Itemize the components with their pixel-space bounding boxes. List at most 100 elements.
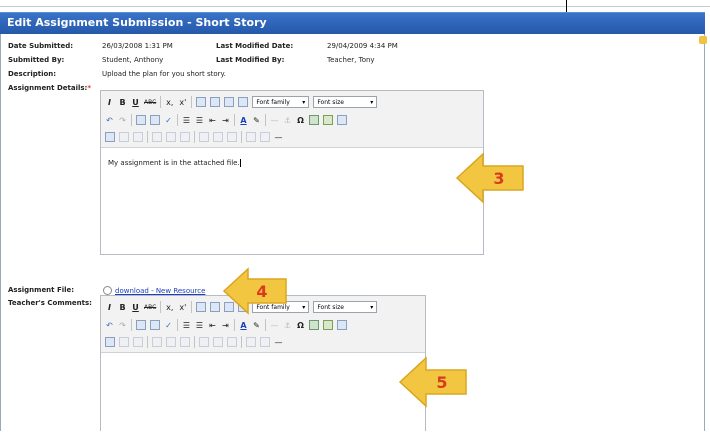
separator bbox=[147, 131, 148, 143]
assignment-file-link[interactable]: download - New Resource bbox=[103, 286, 205, 295]
merge-icon[interactable] bbox=[180, 337, 190, 347]
font-family-select[interactable]: Font family ▾ bbox=[252, 96, 310, 108]
spellcheck-icon[interactable]: ✓ bbox=[164, 116, 173, 125]
row-icon[interactable] bbox=[119, 337, 129, 347]
font-color-button[interactable]: A bbox=[239, 321, 248, 330]
insert-row-icon[interactable] bbox=[152, 337, 162, 347]
undo-icon[interactable]: ↶ bbox=[105, 116, 114, 125]
font-color-button[interactable]: A bbox=[239, 116, 248, 125]
assignment-details-label: Assignment Details:* bbox=[8, 84, 92, 92]
date-submitted-label: Date Submitted: bbox=[8, 42, 74, 50]
col-icon[interactable] bbox=[133, 337, 143, 347]
bullet-list-icon[interactable]: ☰ bbox=[182, 321, 191, 330]
hr-icon[interactable]: — bbox=[270, 116, 279, 125]
row-props-icon[interactable] bbox=[260, 132, 270, 142]
anchor-icon[interactable]: ⚓ bbox=[283, 321, 292, 330]
insert-col-icon[interactable] bbox=[199, 132, 209, 142]
insert-col-icon[interactable] bbox=[199, 337, 209, 347]
image-icon[interactable] bbox=[323, 320, 333, 330]
teachers-comments-editor: I B U ABC x, x' Font family ▾ Font size ▾ … bbox=[100, 295, 426, 431]
bold-button[interactable]: B bbox=[118, 303, 127, 312]
table-icon[interactable] bbox=[337, 320, 347, 330]
image-icon[interactable] bbox=[323, 115, 333, 125]
spellcheck-icon[interactable]: ✓ bbox=[164, 321, 173, 330]
anchor-icon[interactable]: ⚓ bbox=[283, 116, 292, 125]
font-size-select[interactable]: Font size ▾ bbox=[313, 301, 378, 313]
numbered-list-icon[interactable]: ☰ bbox=[195, 116, 204, 125]
paste-word-icon[interactable] bbox=[150, 115, 160, 125]
italic-button[interactable]: I bbox=[105, 98, 114, 107]
separator bbox=[265, 319, 266, 331]
hr-icon[interactable]: — bbox=[270, 321, 279, 330]
horizontal-rule-icon[interactable]: — bbox=[274, 133, 283, 142]
table-icon[interactable] bbox=[337, 115, 347, 125]
delete-col-icon[interactable] bbox=[213, 132, 223, 142]
subscript-button[interactable]: x, bbox=[165, 98, 174, 107]
superscript-button[interactable]: x' bbox=[178, 98, 187, 107]
cell-props-icon[interactable] bbox=[246, 132, 256, 142]
cell-props-icon[interactable] bbox=[246, 337, 256, 347]
align-center-icon[interactable] bbox=[210, 302, 221, 312]
font-size-select[interactable]: Font size ▾ bbox=[313, 96, 378, 108]
split-icon[interactable] bbox=[227, 132, 237, 142]
horizontal-rule-icon[interactable]: — bbox=[274, 338, 283, 347]
underline-button[interactable]: U bbox=[131, 98, 140, 107]
separator bbox=[147, 336, 148, 348]
insert-row-icon[interactable] bbox=[152, 132, 162, 142]
indent-icon[interactable]: ⇥ bbox=[221, 321, 230, 330]
delete-col-icon[interactable] bbox=[213, 337, 223, 347]
omega-icon[interactable]: Ω bbox=[296, 321, 305, 330]
separator bbox=[234, 319, 235, 331]
superscript-button[interactable]: x' bbox=[178, 303, 187, 312]
font-size-value: Font size bbox=[317, 98, 344, 106]
align-left-icon[interactable] bbox=[196, 97, 207, 107]
strikethrough-button[interactable]: ABC bbox=[144, 304, 156, 311]
description-value: Upload the plan for you short story. bbox=[102, 70, 226, 78]
outdent-icon[interactable]: ⇤ bbox=[208, 116, 217, 125]
paste-icon[interactable] bbox=[136, 115, 146, 125]
highlight-icon[interactable]: ✎ bbox=[252, 116, 261, 125]
strikethrough-button[interactable]: ABC bbox=[144, 99, 156, 106]
row-icon[interactable] bbox=[119, 132, 129, 142]
edit-icon[interactable] bbox=[105, 132, 115, 142]
redo-icon[interactable]: ↷ bbox=[118, 116, 127, 125]
merge-icon[interactable] bbox=[180, 132, 190, 142]
window-title: Edit Assignment Submission - Short Story bbox=[7, 16, 267, 29]
last-modified-date-value: 29/04/2009 4:34 PM bbox=[327, 42, 398, 50]
paste-word-icon[interactable] bbox=[150, 320, 160, 330]
bold-button[interactable]: B bbox=[118, 98, 127, 107]
media-icon[interactable] bbox=[309, 320, 319, 330]
align-center-icon[interactable] bbox=[210, 97, 221, 107]
outdent-icon[interactable]: ⇤ bbox=[208, 321, 217, 330]
callout-number-3: 3 bbox=[493, 169, 504, 188]
align-right-icon[interactable] bbox=[224, 97, 235, 107]
cursor-tick bbox=[566, 0, 567, 12]
teachers-comments-content[interactable] bbox=[108, 354, 426, 432]
italic-button[interactable]: I bbox=[105, 303, 114, 312]
delete-row-icon[interactable] bbox=[166, 132, 176, 142]
edit-icon[interactable] bbox=[105, 337, 115, 347]
numbered-list-icon[interactable]: ☰ bbox=[195, 321, 204, 330]
underline-button[interactable]: U bbox=[131, 303, 140, 312]
split-icon[interactable] bbox=[227, 337, 237, 347]
delete-row-icon[interactable] bbox=[166, 337, 176, 347]
submitted-by-label: Submitted By: bbox=[8, 56, 65, 64]
text-caret bbox=[239, 159, 241, 167]
indent-icon[interactable]: ⇥ bbox=[221, 116, 230, 125]
redo-icon[interactable]: ↷ bbox=[118, 321, 127, 330]
chevron-down-icon: ▾ bbox=[370, 303, 374, 311]
subscript-button[interactable]: x, bbox=[165, 303, 174, 312]
bullet-list-icon[interactable]: ☰ bbox=[182, 116, 191, 125]
highlight-icon[interactable]: ✎ bbox=[252, 321, 261, 330]
separator bbox=[241, 336, 242, 348]
omega-icon[interactable]: Ω bbox=[296, 116, 305, 125]
undo-icon[interactable]: ↶ bbox=[105, 321, 114, 330]
col-icon[interactable] bbox=[133, 132, 143, 142]
media-icon[interactable] bbox=[309, 115, 319, 125]
assignment-file-link-text: download - New Resource bbox=[115, 286, 206, 295]
assignment-content[interactable]: My assignment is in the attached file. bbox=[108, 159, 241, 167]
align-left-icon[interactable] bbox=[196, 302, 207, 312]
row-props-icon[interactable] bbox=[260, 337, 270, 347]
paste-icon[interactable] bbox=[136, 320, 146, 330]
align-justify-icon[interactable] bbox=[238, 97, 249, 107]
